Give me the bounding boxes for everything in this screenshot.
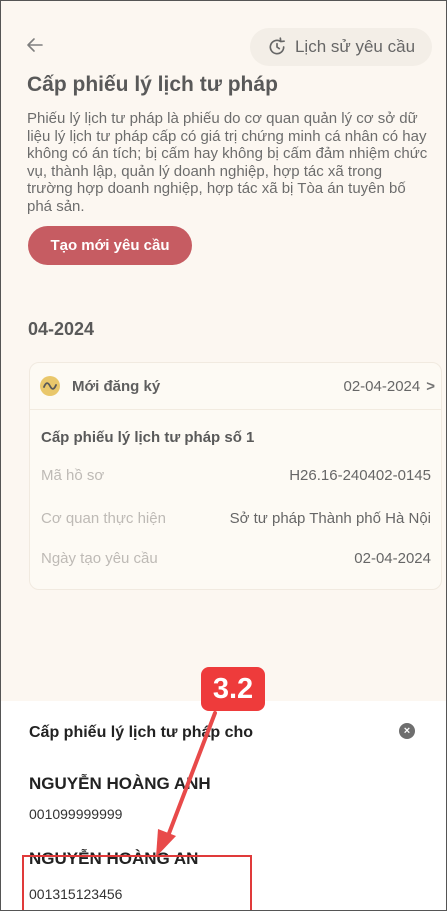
highlight-box: [22, 855, 252, 910]
modal-backdrop[interactable]: [1, 1, 446, 701]
person-option-id[interactable]: 001099999999: [29, 806, 122, 822]
person-option-name[interactable]: NGUYỄN HOÀNG ANH: [29, 774, 211, 794]
screen: Lịch sử yêu cầu Cấp phiếu lý lịch tư phá…: [0, 0, 447, 911]
close-icon[interactable]: ×: [399, 723, 415, 739]
step-badge: 3.2: [201, 667, 265, 711]
person-select-sheet: Cấp phiếu lý lịch tư pháp cho × NGUYỄN H…: [1, 701, 446, 910]
sheet-title: Cấp phiếu lý lịch tư pháp cho: [29, 724, 254, 741]
